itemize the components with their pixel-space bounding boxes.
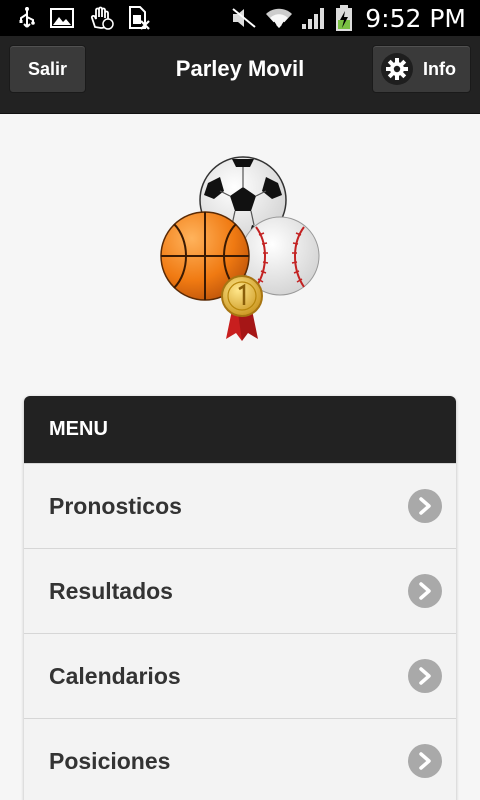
hand-icon: [88, 6, 114, 30]
menu-header: MENU: [24, 396, 456, 463]
menu-item-label: Posiciones: [49, 747, 171, 774]
info-button-label: Info: [423, 58, 456, 79]
usb-icon: [18, 6, 36, 30]
info-button[interactable]: Info: [372, 45, 471, 93]
menu-item-resultados[interactable]: Resultados: [24, 548, 456, 633]
gold-medal-icon: [221, 275, 263, 341]
chevron-right-icon: [408, 574, 442, 608]
sports-balls-logo: [160, 155, 322, 345]
app-header: Salir Parley Movil Info: [0, 36, 480, 114]
status-bar: 9:52 PM: [0, 0, 480, 36]
image-icon: [50, 8, 74, 28]
notification-icons: [0, 6, 150, 30]
menu-item-posiciones[interactable]: Posiciones: [24, 718, 456, 800]
menu-item-label: Pronosticos: [49, 492, 182, 519]
main-menu: MENU Pronosticos Resultados Calendarios …: [24, 396, 456, 800]
chevron-right-icon: [408, 659, 442, 693]
menu-item-pronosticos[interactable]: Pronosticos: [24, 463, 456, 548]
menu-item-label: Calendarios: [49, 662, 181, 689]
chevron-right-icon: [408, 744, 442, 778]
mute-icon: [231, 7, 257, 29]
wifi-icon: [265, 6, 293, 30]
system-icons: 9:52 PM: [231, 4, 480, 33]
menu-item-label: Resultados: [49, 577, 173, 604]
status-time: 9:52 PM: [365, 3, 466, 33]
menu-item-calendarios[interactable]: Calendarios: [24, 633, 456, 718]
gear-icon: [381, 53, 413, 85]
battery-charging-icon: [335, 4, 353, 32]
sim-icon: [128, 6, 150, 30]
chevron-right-icon: [408, 489, 442, 523]
signal-icon: [301, 6, 327, 30]
